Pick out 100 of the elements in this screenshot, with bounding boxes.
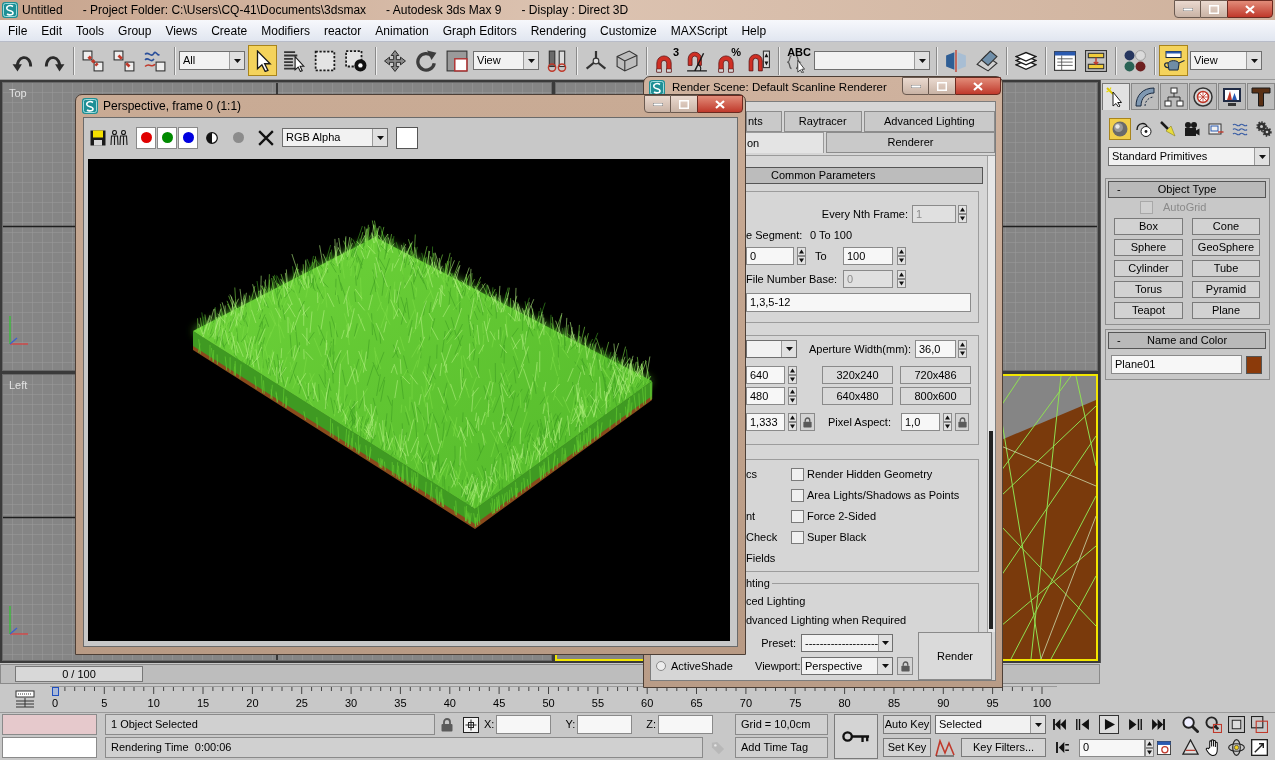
spinner-icon[interactable] <box>788 387 797 405</box>
bar-triangle-icon[interactable] <box>1056 742 1069 753</box>
category-button[interactable] <box>1253 118 1275 140</box>
auto-key-button[interactable]: Auto Key <box>883 715 931 734</box>
preset-size-button[interactable]: 320x240 <box>822 366 893 384</box>
spinner-icon[interactable] <box>788 413 797 431</box>
primitive-button[interactable]: Pyramid <box>1192 281 1260 298</box>
checkbox[interactable] <box>791 530 804 544</box>
maximize-button[interactable] <box>671 95 697 113</box>
magnifier-squares-icon[interactable] <box>1204 716 1222 733</box>
dropdown[interactable]: View <box>1190 51 1262 70</box>
tab[interactable]: nts <box>746 111 782 132</box>
menu-item[interactable]: Create <box>204 21 255 40</box>
menu-item[interactable]: Edit <box>34 21 70 40</box>
dropdown[interactable] <box>814 51 930 70</box>
magnifier-icon[interactable] <box>1181 716 1199 733</box>
spinner-icon[interactable] <box>958 340 967 358</box>
menu-item[interactable]: MAXScript <box>663 21 735 40</box>
spinner-icon[interactable] <box>788 366 797 384</box>
channel-toggle-button[interactable] <box>178 126 198 149</box>
input-field[interactable]: 1,333 <box>746 413 785 431</box>
script-listener-field[interactable] <box>2 714 97 735</box>
preset-size-button[interactable]: 720x486 <box>900 366 971 384</box>
previous-frame-icon[interactable] <box>1076 719 1089 730</box>
key-button[interactable] <box>834 714 878 759</box>
tab[interactable]: Renderer <box>826 132 995 153</box>
zigzag-curve-icon[interactable] <box>935 738 955 757</box>
panel-tab[interactable] <box>1218 83 1246 110</box>
checkbox[interactable] <box>791 488 804 502</box>
percent-snap-button[interactable]: % <box>713 45 742 76</box>
render-scene-button[interactable] <box>1159 45 1188 76</box>
menu-item[interactable]: Rendering <box>523 21 594 40</box>
lock-icon[interactable] <box>441 717 453 732</box>
menu-item[interactable]: Views <box>158 21 205 40</box>
dropdown[interactable]: RGB Alpha <box>282 128 388 147</box>
radio-button[interactable] <box>656 661 666 671</box>
spinner-icon[interactable] <box>943 413 952 431</box>
menu-item[interactable]: File <box>1 21 35 40</box>
menu-item[interactable]: Graph Editors <box>435 21 524 40</box>
primitive-button[interactable]: Tube <box>1192 260 1260 277</box>
snap-toggle-button[interactable]: 3 <box>651 45 680 76</box>
primitive-button[interactable]: Box <box>1114 218 1183 235</box>
key-filters-button[interactable]: Key Filters... <box>961 738 1046 757</box>
input-field[interactable]: 480 <box>746 387 785 405</box>
spinner-icon[interactable] <box>897 247 906 265</box>
primitive-button[interactable]: Sphere <box>1114 239 1183 256</box>
category-button[interactable] <box>1157 118 1179 140</box>
script-output-field[interactable] <box>2 737 97 758</box>
scrollbar[interactable] <box>987 156 995 632</box>
primitive-button[interactable]: Torus <box>1114 281 1183 298</box>
spinner-icon[interactable] <box>797 247 806 265</box>
minimize-button[interactable] <box>644 95 671 113</box>
triangle-icon[interactable] <box>1181 739 1199 756</box>
input-field[interactable]: 0 <box>746 247 794 265</box>
render-button[interactable]: Render <box>918 632 992 680</box>
menu-item[interactable]: Help <box>734 21 774 40</box>
checkbox[interactable] <box>791 467 804 481</box>
input-field[interactable] <box>496 715 552 734</box>
overlapping-squares-icon[interactable] <box>1250 716 1268 733</box>
orbit-icon[interactable] <box>1227 739 1245 756</box>
color-swatch-icon[interactable] <box>1246 355 1262 374</box>
dropdown[interactable]: Perspective <box>801 657 893 675</box>
lock-button[interactable] <box>800 413 815 431</box>
primitive-button[interactable]: GeoSphere <box>1192 239 1260 256</box>
dropdown[interactable]: Selected <box>935 715 1046 734</box>
rollout-header[interactable]: - Object Type <box>1108 181 1266 198</box>
dropdown[interactable]: -------------------- <box>801 634 893 652</box>
primitive-button[interactable]: Teapot <box>1114 302 1183 319</box>
go-to-start-icon[interactable] <box>1053 719 1066 730</box>
preset-size-button[interactable]: 640x480 <box>822 387 893 405</box>
minimize-button[interactable] <box>902 77 929 95</box>
input-field[interactable]: 640 <box>746 366 785 384</box>
input-field[interactable]: 36,0 <box>915 340 956 358</box>
current-frame-marker[interactable] <box>52 687 59 696</box>
list-panel-icon[interactable] <box>15 689 35 708</box>
primitive-button[interactable]: Cone <box>1192 218 1260 235</box>
primitive-button[interactable]: Cylinder <box>1114 260 1183 277</box>
minimize-button[interactable] <box>1174 0 1201 18</box>
input-field[interactable]: 100 <box>843 247 893 265</box>
maximize-button[interactable] <box>1201 0 1227 18</box>
panel-tab[interactable] <box>1189 83 1217 110</box>
input-field[interactable] <box>658 715 713 734</box>
channel-toggle-button[interactable] <box>157 126 177 149</box>
menu-item[interactable]: reactor <box>316 21 369 40</box>
close-button[interactable] <box>1227 0 1273 18</box>
spinner-icon[interactable] <box>1145 738 1154 757</box>
tab[interactable]: Raytracer <box>783 111 862 132</box>
lock-button[interactable] <box>955 413 969 431</box>
play-button[interactable] <box>1099 715 1119 734</box>
menu-item[interactable]: Modifiers <box>254 21 317 40</box>
menu-item[interactable]: Customize <box>593 21 664 40</box>
input-field[interactable]: 0 <box>1079 738 1145 757</box>
spinner-icon[interactable] <box>897 270 906 288</box>
dropdown[interactable]: Standard Primitives <box>1108 147 1270 166</box>
input-field[interactable]: Plane01 <box>1111 355 1242 374</box>
clone-button[interactable] <box>110 127 128 148</box>
dropdown[interactable]: All <box>179 51 245 70</box>
menu-item[interactable]: Animation <box>368 21 436 40</box>
input-field[interactable]: 1,0 <box>901 413 940 431</box>
dropdown[interactable] <box>746 340 797 358</box>
